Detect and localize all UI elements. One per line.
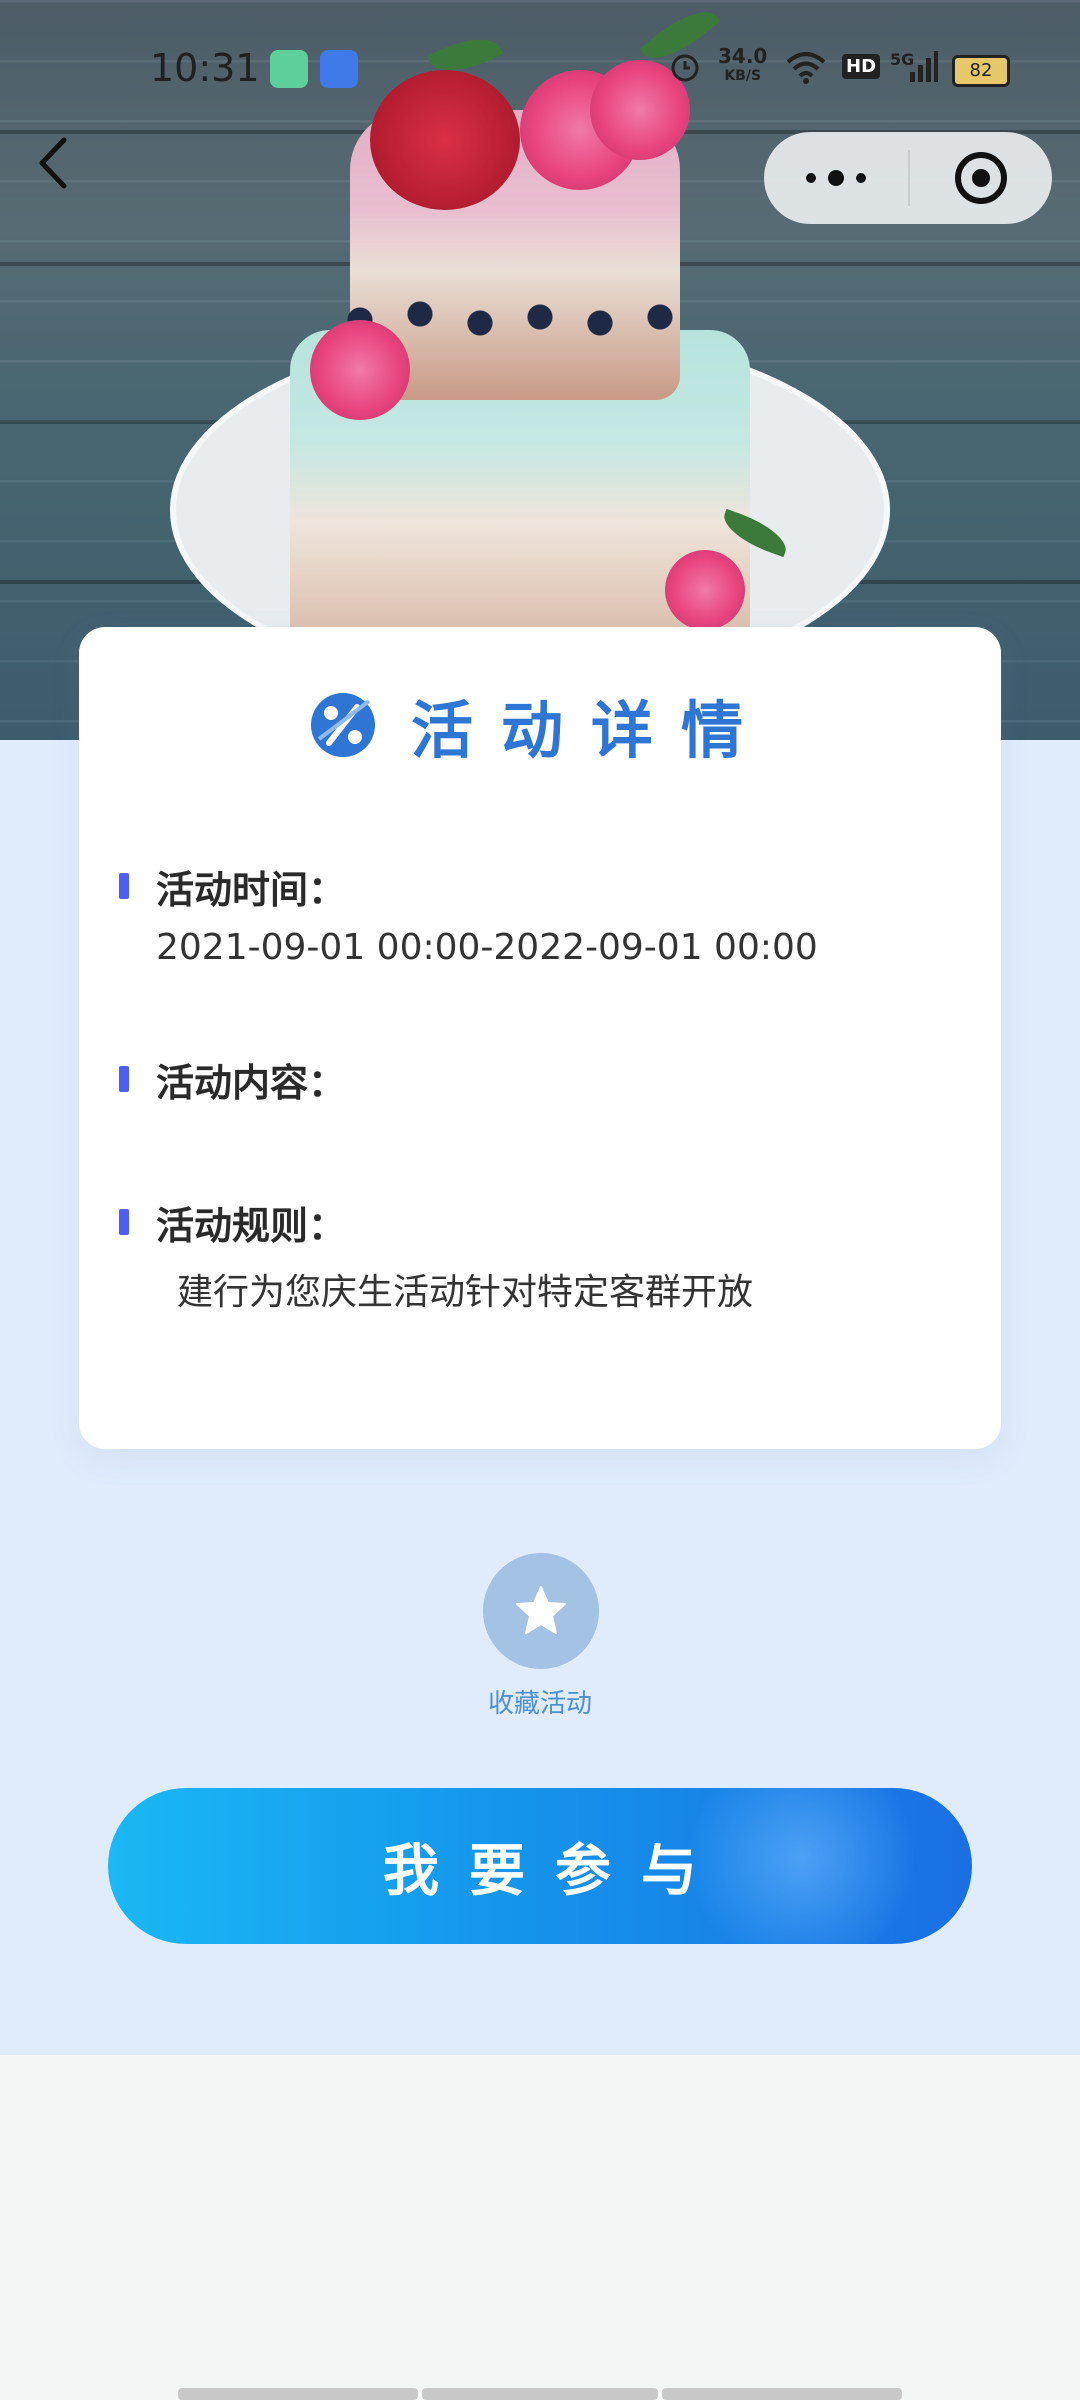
more-button[interactable] <box>764 132 908 224</box>
status-time: 10:31 <box>150 46 260 90</box>
baidu-app-icon <box>320 50 358 88</box>
signal-label: 5G <box>890 50 915 69</box>
card-title: 活动详情 <box>410 694 771 767</box>
activity-rules-value: 建行为您庆生活动针对特定客群开放 <box>177 1272 754 1313</box>
more-dots-icon <box>806 173 816 183</box>
discount-icon <box>310 693 375 757</box>
nav-bar-segment <box>422 2388 658 2400</box>
notification-app-icon <box>270 50 308 88</box>
back-button[interactable] <box>28 128 78 198</box>
activity-rules-label: 活动规则： <box>156 1204 347 1248</box>
card-header: 活动详情 <box>79 685 1001 767</box>
join-activity-button[interactable]: 我要参与 <box>108 1788 972 1944</box>
battery-indicator: 82 <box>952 55 1010 87</box>
field-marker <box>119 1066 129 1092</box>
activity-time-value: 2021-09-01 00:00-2022-09-01 00:00 <box>156 927 818 968</box>
join-button-label: 我要参与 <box>383 1838 727 1904</box>
favorite-button[interactable] <box>483 1553 599 1669</box>
activity-content-label: 活动内容： <box>156 1061 347 1105</box>
activity-detail-card: 活动详情 活动时间： 2021-09-01 00:00-2022-09-01 0… <box>79 627 1001 1449</box>
chevron-left-icon <box>39 137 67 189</box>
field-marker <box>119 1209 129 1235</box>
activity-time-label: 活动时间： <box>156 868 347 912</box>
miniprogram-capsule <box>764 132 1052 224</box>
wifi-icon <box>786 50 826 84</box>
status-bar: 10:31 34.0 KB/S HD 5G 82 <box>0 0 1080 135</box>
nav-bar-segment <box>178 2388 418 2400</box>
field-marker <box>119 873 129 899</box>
favorite-label[interactable]: 收藏活动 <box>0 1683 1080 1720</box>
more-dot-right <box>856 173 866 183</box>
more-dot-center <box>828 170 844 186</box>
target-close-icon <box>955 152 1007 204</box>
nav-bar-segment <box>662 2388 902 2400</box>
network-speed: 34.0 KB/S <box>718 44 768 84</box>
close-miniprogram-button[interactable] <box>910 132 1052 224</box>
star-icon <box>516 1586 566 1634</box>
hd-icon: HD <box>842 54 881 79</box>
alarm-icon <box>668 50 702 84</box>
